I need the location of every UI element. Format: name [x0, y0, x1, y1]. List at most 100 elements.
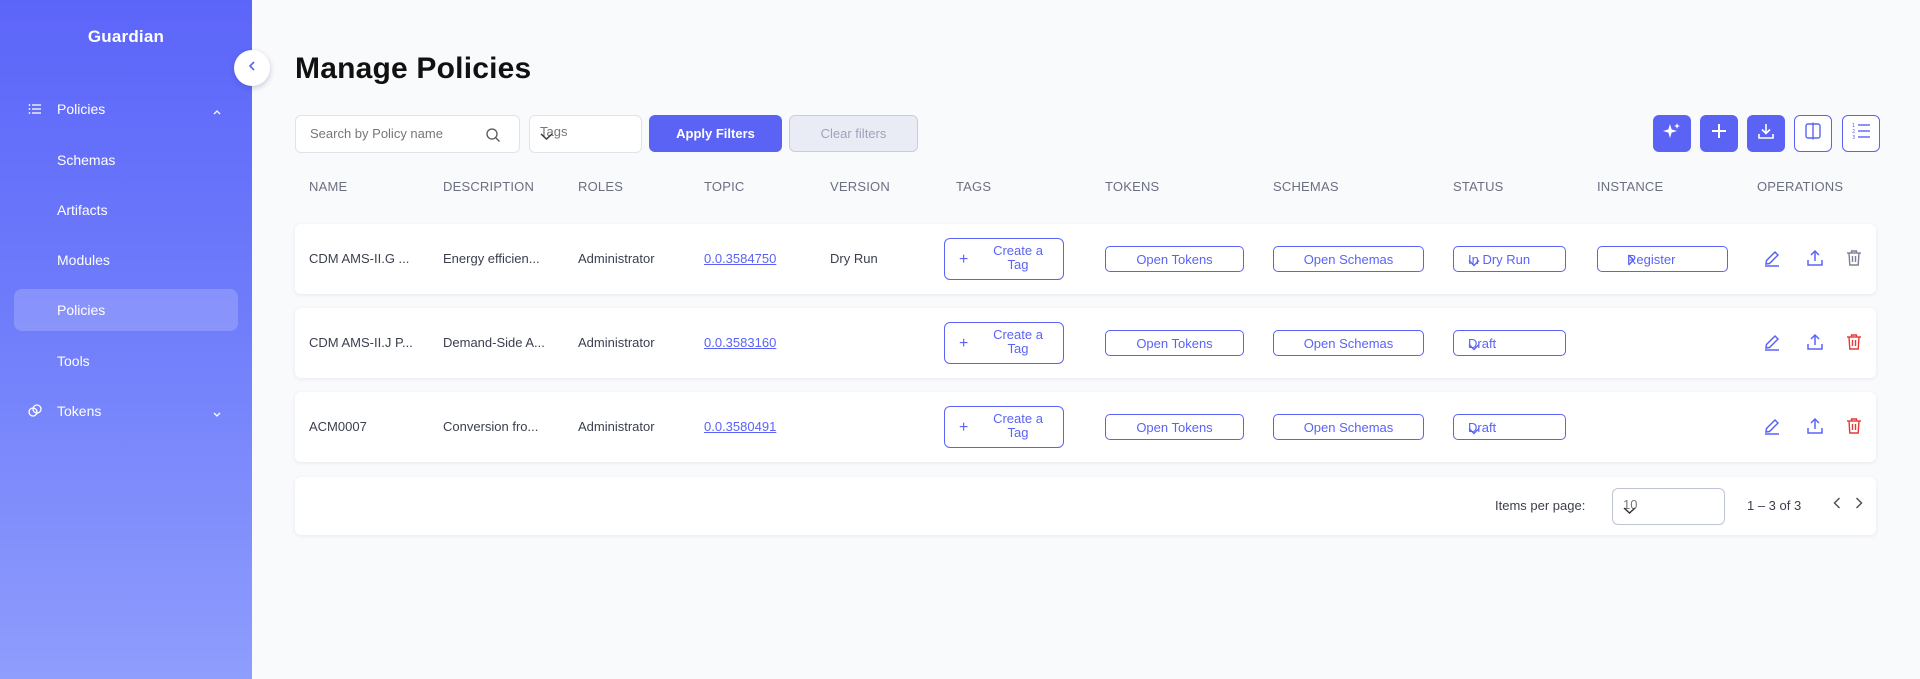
sidebar: Guardian Policies Schemas Artifacts Modu… [0, 0, 252, 679]
status-select[interactable]: Draft [1453, 330, 1566, 356]
table-row: CDM AMS-II.J P... Demand-Side A... Admin… [295, 308, 1876, 378]
items-per-page-select[interactable]: 10 [1612, 488, 1725, 525]
create-tag-label: Create a Tag [993, 327, 1043, 356]
clear-filters-button[interactable]: Clear filters [789, 115, 918, 152]
register-instance-button[interactable]: Register [1597, 246, 1728, 272]
open-tokens-button[interactable]: Open Tokens [1105, 414, 1244, 440]
policy-topic-link[interactable]: 0.0.3580491 [704, 419, 776, 434]
plus-icon: + [959, 251, 969, 268]
plus-icon: + [959, 419, 969, 436]
column-header: INSTANCE [1597, 179, 1664, 194]
sidebar-item-label: Modules [57, 252, 110, 268]
import-policy-button[interactable] [1747, 115, 1785, 152]
table-row: CDM AMS-II.G ... Energy efficien... Admi… [295, 224, 1876, 294]
policy-description: Conversion fro... [443, 419, 539, 434]
export-icon[interactable] [1805, 416, 1825, 436]
chevron-right-icon [1627, 254, 1697, 269]
policy-description: Demand-Side A... [443, 335, 545, 350]
create-tag-button[interactable]: + Create a Tag [944, 406, 1064, 448]
main-content: Manage Policies Tags Apply Filters Clear… [252, 0, 1920, 679]
download-icon [1757, 122, 1775, 145]
status-select[interactable]: In Dry Run [1453, 246, 1566, 272]
svg-text:3: 3 [1852, 135, 1855, 140]
create-tag-button[interactable]: + Create a Tag [944, 238, 1064, 280]
plus-icon: + [959, 335, 969, 352]
tokens-icon [28, 404, 42, 418]
next-page-button[interactable] [1851, 496, 1867, 514]
policy-version: Dry Run [830, 251, 878, 266]
delete-icon[interactable] [1844, 416, 1864, 436]
table-row: ACM0007 Conversion fro... Administrator … [295, 392, 1876, 462]
sidebar-item-label: Tools [57, 353, 90, 369]
brand-title: Guardian [87, 27, 165, 46]
policy-description: Energy efficien... [443, 251, 540, 266]
open-schemas-button[interactable]: Open Schemas [1273, 246, 1424, 272]
sidebar-item-schemas[interactable]: Schemas [14, 139, 238, 181]
create-tag-label: Create a Tag [993, 411, 1043, 440]
open-tokens-button[interactable]: Open Tokens [1105, 246, 1244, 272]
policy-roles: Administrator [578, 251, 655, 266]
export-icon[interactable] [1805, 332, 1825, 352]
status-select[interactable]: Draft [1453, 414, 1566, 440]
edit-icon[interactable] [1762, 248, 1782, 268]
search-input[interactable] [310, 126, 480, 141]
policy-name: CDM AMS-II.G ... [309, 251, 410, 266]
sidebar-item-policies[interactable]: Policies [14, 289, 238, 331]
sidebar-item-artifacts[interactable]: Artifacts [14, 189, 238, 231]
create-policy-button[interactable] [1700, 115, 1738, 152]
ordered-list-button[interactable]: 123 [1842, 115, 1880, 152]
sidebar-item-label: Tokens [57, 403, 102, 419]
column-header: OPERATIONS [1757, 179, 1844, 194]
policy-topic-link[interactable]: 0.0.3584750 [704, 251, 776, 266]
column-header: NAME [309, 179, 348, 194]
chevron-down-icon [1623, 503, 1714, 518]
collapse-sidebar-button[interactable] [234, 50, 270, 86]
previous-page-button[interactable] [1829, 496, 1845, 514]
chevron-left-icon [246, 59, 258, 77]
column-header: ROLES [578, 179, 624, 194]
column-header: STATUS [1453, 179, 1504, 194]
open-tokens-button[interactable]: Open Tokens [1105, 330, 1244, 356]
sidebar-item-label: Policies [57, 302, 106, 318]
sidebar-item-policies-group[interactable]: Policies [14, 88, 238, 130]
search-box[interactable] [295, 115, 520, 153]
column-header: TAGS [956, 179, 992, 194]
export-icon[interactable] [1805, 248, 1825, 268]
page-title: Manage Policies [295, 52, 532, 85]
ordered-list-icon: 123 [1851, 122, 1871, 145]
compare-button[interactable] [1794, 115, 1832, 152]
column-header: DESCRIPTION [443, 179, 535, 194]
open-schemas-button[interactable]: Open Schemas [1273, 330, 1424, 356]
edit-icon[interactable] [1762, 416, 1782, 436]
ai-search-button[interactable] [1653, 115, 1691, 152]
column-header: TOPIC [704, 179, 745, 194]
sidebar-item-tokens[interactable]: Tokens [14, 390, 238, 432]
tags-filter-select[interactable]: Tags [529, 115, 642, 153]
list-icon [28, 102, 42, 116]
delete-icon[interactable] [1844, 332, 1864, 352]
edit-icon[interactable] [1762, 332, 1782, 352]
create-tag-button[interactable]: + Create a Tag [944, 322, 1064, 364]
policy-roles: Administrator [578, 335, 655, 350]
sparkle-icon [1662, 121, 1682, 146]
column-header: VERSION [830, 179, 890, 194]
table-header: NAME DESCRIPTION ROLES TOPIC VERSION TAG… [295, 170, 1871, 206]
chevron-up-icon [212, 104, 222, 115]
chevron-left-icon [1833, 496, 1841, 514]
apply-filters-button[interactable]: Apply Filters [649, 115, 782, 152]
create-tag-label: Create a Tag [993, 243, 1043, 272]
page-range: 1 – 3 of 3 [1747, 498, 1802, 513]
policy-name: CDM AMS-II.J P... [309, 335, 413, 350]
plus-icon [1711, 123, 1727, 144]
sidebar-item-modules[interactable]: Modules [14, 239, 238, 281]
open-schemas-button[interactable]: Open Schemas [1273, 414, 1424, 440]
column-header: TOKENS [1105, 179, 1160, 194]
search-icon[interactable] [485, 127, 501, 148]
policy-topic-link[interactable]: 0.0.3583160 [704, 335, 776, 350]
sidebar-item-label: Schemas [57, 152, 116, 168]
sidebar-item-label: Artifacts [57, 202, 108, 218]
chevron-down-icon [540, 129, 631, 144]
sidebar-item-label: Policies [57, 101, 106, 117]
delete-icon[interactable] [1844, 248, 1864, 268]
sidebar-item-tools[interactable]: Tools [14, 340, 238, 382]
